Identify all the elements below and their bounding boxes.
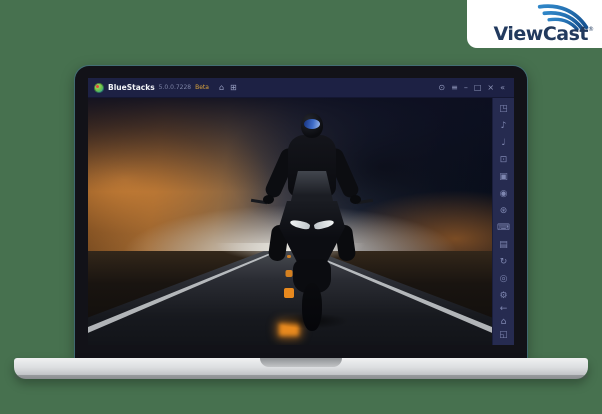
menu-icon[interactable]: ≡ [448,84,461,92]
laptop-base [14,358,588,379]
bluestacks-window: BlueStacks 5.0.0.7228 Beta ⌂⊞ ⊙≡–□×« [88,78,514,345]
multi-instance-icon[interactable]: ⊞ [228,84,239,92]
bluestacks-sidebar: ◳ ♪ ♩ ⊡ ▣ ◉ ⊛ ⌨ ▤ ↻ ◎ ⚙ ← ⌂ ◱ [492,98,514,345]
app-title: BlueStacks [108,83,155,92]
window-controls: ⊙≡–□×« [435,84,508,92]
volume-down-icon[interactable]: ♩ [493,137,514,149]
shake-icon[interactable]: ⊛ [493,205,514,217]
volume-up-icon[interactable]: ♪ [493,120,514,132]
viewcast-logo-text: ViewCast [494,25,588,44]
fullscreen-icon[interactable]: ◳ [493,103,514,115]
laptop-base-edge [14,375,588,379]
stage: ViewCast ® BlueStacks 5.0.0.7228 Beta ⌂⊞… [0,0,602,414]
bike-fairing [279,201,345,263]
rider-hand-left [263,195,274,204]
recents-icon[interactable]: ◱ [493,330,514,341]
power-icon[interactable]: ⊙ [435,84,448,92]
beta-badge: Beta [195,84,209,91]
macro-icon[interactable]: ◎ [493,273,514,285]
titlebar-left-icons: ⌂⊞ [217,84,239,92]
laptop-screen: BlueStacks 5.0.0.7228 Beta ⌂⊞ ⊙≡–□×« [75,66,527,358]
media-manager-icon[interactable]: ▤ [493,239,514,251]
screenshot-icon[interactable]: ⊡ [493,154,514,166]
screen-recorder-icon[interactable]: ▣ [493,171,514,183]
motorcycle-rider [257,113,367,335]
bluestacks-body: ◳ ♪ ♩ ⊡ ▣ ◉ ⊛ ⌨ ▤ ↻ ◎ ⚙ ← ⌂ ◱ [88,98,514,345]
close-icon[interactable]: × [484,84,497,92]
rotate-icon[interactable]: ↻ [493,256,514,268]
collapse-icon[interactable]: « [497,84,508,92]
home-icon[interactable]: ⌂ [217,84,226,92]
sidebar-nav: ⚙ ← ⌂ ◱ [493,291,514,341]
registered-mark: ® [588,26,594,33]
front-wheel [302,283,322,331]
laptop-notch [260,358,342,367]
maximize-icon[interactable]: □ [471,84,485,92]
bluestacks-logo-icon [94,83,104,93]
app-version: 5.0.0.7228 [159,84,191,91]
keymap-icon[interactable]: ⌨ [493,222,514,234]
back-icon[interactable]: ← [493,304,514,315]
settings-icon[interactable]: ⚙ [493,291,514,302]
location-icon[interactable]: ◉ [493,188,514,200]
emulator-display[interactable] [88,98,492,345]
bluestacks-titlebar: BlueStacks 5.0.0.7228 Beta ⌂⊞ ⊙≡–□×« [88,78,514,98]
viewcast-logo: ViewCast ® [467,0,602,48]
sidebar-tools: ◳ ♪ ♩ ⊡ ▣ ◉ ⊛ ⌨ ▤ ↻ ◎ [493,103,514,285]
rider-hand-right [350,195,361,204]
helmet-visor [304,119,320,129]
minimize-icon[interactable]: – [461,84,471,92]
home-nav-icon[interactable]: ⌂ [493,317,514,328]
